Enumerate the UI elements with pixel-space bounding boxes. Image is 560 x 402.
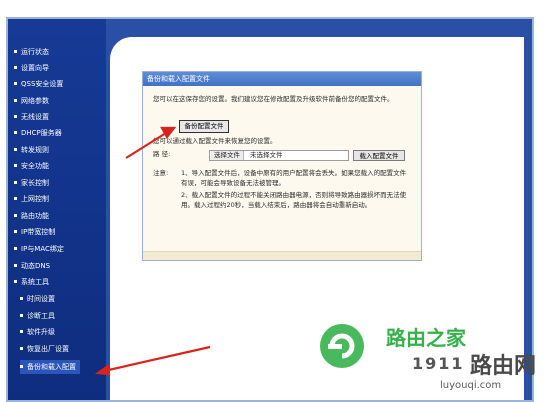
arrow-to-backup-line xyxy=(125,132,167,159)
watermark-brand-2: 路由网 xyxy=(470,354,537,379)
watermark-number: 1911 xyxy=(412,354,465,373)
arrow-to-menu-head xyxy=(94,364,111,376)
watermark-url: luyouqi.com xyxy=(440,380,502,391)
watermark-brand: 路由之家 xyxy=(386,326,466,350)
arrow-to-menu-line xyxy=(103,345,211,373)
watermark: 路由之家 1911 路由网 luyouqi.com xyxy=(314,318,560,400)
